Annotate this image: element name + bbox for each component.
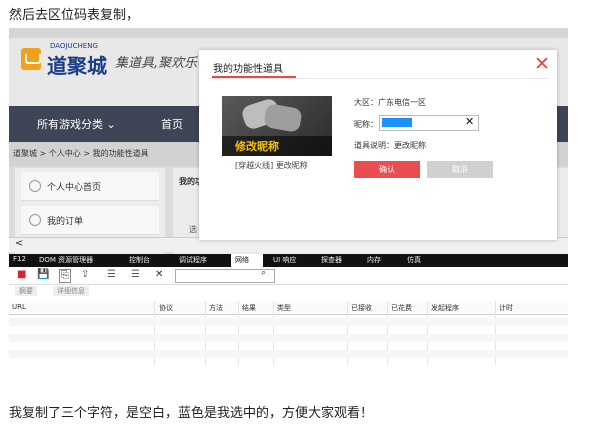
tab-ui-response[interactable]: UI 响应 <box>273 255 296 265</box>
dialog-title: 我的功能性道具 <box>213 64 283 75</box>
screenshot-frame: DAOJUCHENG 道聚城 集道具,聚欢乐 所有游戏分类 ⌄ 首页 道聚城 >… <box>9 28 568 367</box>
export-icon[interactable]: ⇪ <box>81 269 89 281</box>
table-row <box>9 334 568 342</box>
save-icon[interactable]: 💾 <box>37 269 49 281</box>
column-elapsed[interactable]: 已花费 <box>391 303 412 313</box>
devtools-toolbar <box>9 267 568 285</box>
website-area: DAOJUCHENG 道聚城 集道具,聚欢乐 所有游戏分类 ⌄ 首页 道聚城 >… <box>9 28 568 254</box>
nav-home[interactable]: 首页 <box>161 116 183 132</box>
column-method[interactable]: 方法 <box>209 303 223 313</box>
tab-memory[interactable]: 内存 <box>367 255 381 265</box>
search-input[interactable] <box>175 269 275 283</box>
item-description: 道具说明：更改昵称 <box>354 141 426 150</box>
column-protocol[interactable]: 协议 <box>159 303 173 313</box>
content-text: 选 <box>189 225 197 234</box>
logo-small-text: DAOJUCHENG <box>50 42 98 50</box>
slogan: 集道具,聚欢乐 <box>115 56 198 71</box>
clear-icon[interactable]: ✕ <box>465 115 474 128</box>
side-item-home-label: 个人中心首页 <box>47 183 102 193</box>
image-caption: [穿越火线] 更改昵称 <box>235 161 308 170</box>
logo-text[interactable]: 道聚城 <box>47 50 107 79</box>
column-received[interactable]: 已接收 <box>351 303 372 313</box>
table-row <box>9 318 568 326</box>
user-icon <box>29 180 41 192</box>
tab-emulation[interactable]: 仿真 <box>407 255 421 265</box>
filter-icon[interactable]: ☰ <box>107 269 116 281</box>
copy-icon[interactable]: ⎘ <box>59 269 71 283</box>
column-url[interactable]: URL <box>12 303 26 311</box>
side-item-orders-label: 我的订单 <box>47 217 84 227</box>
caption-top: 然后去区位码表复制， <box>9 8 140 23</box>
subtab-details[interactable]: 详细信息 <box>53 286 89 296</box>
nickname-label: 昵称： <box>354 120 378 129</box>
cart-icon <box>25 54 41 64</box>
tab-profiler[interactable]: 探查器 <box>321 255 342 265</box>
order-icon <box>29 214 41 226</box>
subtab-summary[interactable]: 摘要 <box>15 286 37 296</box>
confirm-button[interactable]: 确认 <box>354 161 420 178</box>
top-strip <box>9 28 568 38</box>
search-icon[interactable]: ⌕ <box>261 268 266 278</box>
nav-all-games[interactable]: 所有游戏分类 ⌄ <box>37 116 116 132</box>
region-text: 大区：广东电信一区 <box>354 98 426 107</box>
close-icon[interactable]: ✕ <box>534 55 550 74</box>
column-type[interactable]: 类型 <box>277 303 291 313</box>
caption-bottom: 我复制了三个字符，是空白，蓝色是我选中的，方便大家观看！ <box>9 406 374 421</box>
cancel-button[interactable]: 取消 <box>427 161 493 178</box>
column-timing[interactable]: 计时 <box>499 303 513 313</box>
table-row <box>9 350 568 358</box>
list-icon[interactable]: ☰ <box>131 269 140 281</box>
clear-icon[interactable]: ✕ <box>155 269 163 281</box>
stop-icon[interactable]: ■ <box>17 269 26 281</box>
tab-f12[interactable]: F12 <box>13 255 26 263</box>
side-item-orders[interactable] <box>21 206 159 235</box>
scroll-left-icon[interactable]: < <box>15 238 23 249</box>
tab-debugger[interactable]: 调试程序 <box>179 255 207 265</box>
dialog-divider <box>208 78 548 79</box>
dialog-title-underline <box>212 76 296 78</box>
tab-network[interactable]: 网络 <box>235 255 249 265</box>
tab-console[interactable]: 控制台 <box>129 255 150 265</box>
column-initiator[interactable]: 发起程序 <box>431 303 459 313</box>
devtools-subtabs <box>9 285 568 298</box>
tab-dom[interactable]: DOM 资源管理器 <box>39 255 93 265</box>
breadcrumb[interactable]: 道聚城 > 个人中心 > 我的功能性道具 <box>13 148 149 159</box>
column-result[interactable]: 结果 <box>242 303 256 313</box>
nickname-selection <box>382 118 412 127</box>
image-label: 修改昵称 <box>235 140 279 153</box>
